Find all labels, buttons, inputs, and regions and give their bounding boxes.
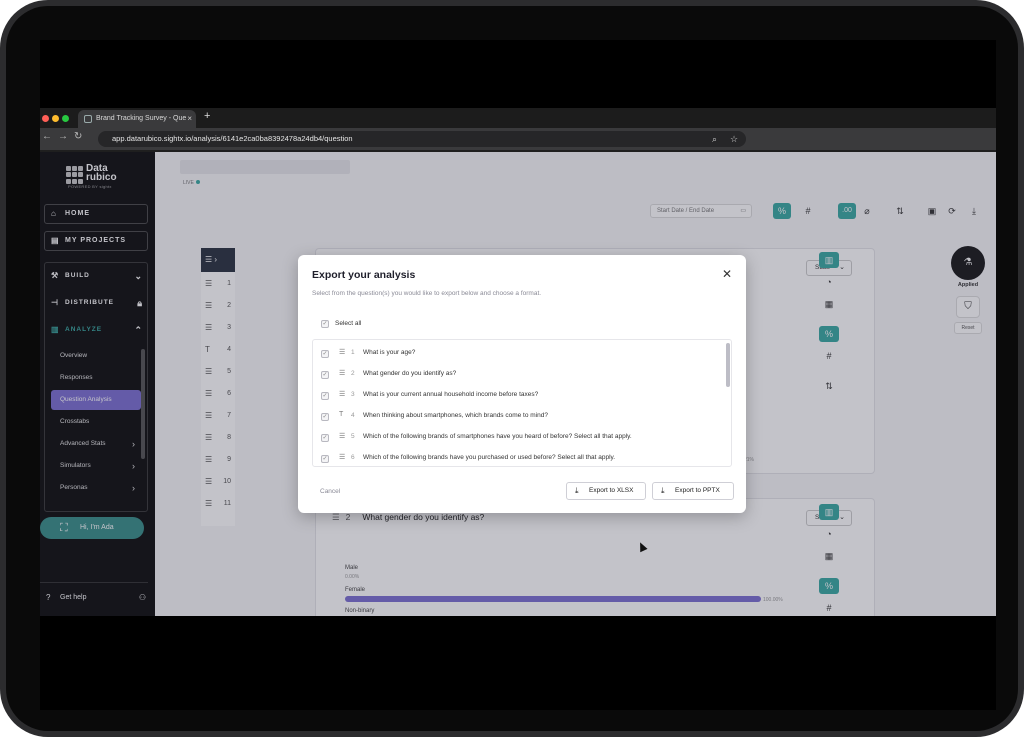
tab-favicon-icon bbox=[84, 115, 92, 123]
address-bar[interactable]: app.datarubico.sightx.io/analysis/6141e2… bbox=[98, 131, 746, 147]
checkbox-icon[interactable]: ✓ bbox=[321, 350, 329, 358]
question-option[interactable]: ✓ ☰ 2 What gender do you identify as? bbox=[313, 364, 727, 385]
tab-title: Brand Tracking Survey - Que bbox=[96, 115, 187, 122]
back-icon[interactable]: ← bbox=[42, 131, 52, 142]
list-icon: ☰ bbox=[339, 391, 346, 398]
download-icon: ⤓ bbox=[575, 486, 579, 495]
question-option[interactable]: ✓ T 4 When thinking about smartphones, w… bbox=[313, 406, 727, 427]
checkbox-icon[interactable]: ✓ bbox=[321, 320, 329, 328]
text-icon: T bbox=[339, 411, 344, 418]
browser-tab[interactable]: Brand Tracking Survey - Que × bbox=[78, 110, 196, 128]
url-text: app.datarubico.sightx.io/analysis/6141e2… bbox=[112, 134, 353, 143]
bookmark-star-icon[interactable]: ☆ bbox=[730, 131, 738, 147]
close-icon[interactable]: ✕ bbox=[722, 267, 732, 281]
select-all-checkbox[interactable]: ✓ Select all bbox=[321, 319, 441, 331]
checkbox-icon[interactable]: ✓ bbox=[321, 413, 329, 421]
browser-tab-bar: Brand Tracking Survey - Que × + bbox=[40, 108, 996, 128]
export-pptx-button[interactable]: ⤓ Export to PPTX bbox=[652, 482, 734, 500]
modal-scrollbar[interactable] bbox=[726, 343, 730, 387]
checkbox-icon[interactable]: ✓ bbox=[321, 392, 329, 400]
close-window-dot[interactable] bbox=[42, 115, 49, 122]
browser-toolbar: ← → ↻ app.datarubico.sightx.io/analysis/… bbox=[40, 128, 996, 150]
new-tab-icon[interactable]: + bbox=[204, 110, 210, 122]
export-xlsx-button[interactable]: ⤓ Export to XLSX bbox=[566, 482, 646, 500]
tablet-frame: Brand Tracking Survey - Que × + ← → ↻ ap… bbox=[0, 0, 1024, 737]
list-icon: ☰ bbox=[339, 370, 346, 377]
cancel-button[interactable]: Cancel bbox=[320, 488, 340, 495]
list-icon: ☰ bbox=[339, 433, 346, 440]
forward-icon[interactable]: → bbox=[58, 131, 68, 142]
checkbox-icon[interactable]: ✓ bbox=[321, 455, 329, 463]
list-icon: ☰ bbox=[339, 349, 346, 356]
browser-window: Brand Tracking Survey - Que × + ← → ↻ ap… bbox=[40, 108, 996, 616]
question-option[interactable]: ✓ ☰ 5 Which of the following brands of s… bbox=[313, 427, 727, 448]
screen: Brand Tracking Survey - Que × + ← → ↻ ap… bbox=[40, 40, 996, 710]
question-select-list: ✓ ☰ 1 What is your age? ✓ ☰ 2 What gende… bbox=[312, 339, 732, 467]
page-viewport: Data rubico POWERED BY sightx ⌂ HOME ▤ MY… bbox=[40, 152, 996, 616]
question-option[interactable]: ✓ ☰ 1 What is your age? bbox=[313, 343, 727, 364]
export-modal: Export your analysis ✕ Select from the q… bbox=[298, 255, 746, 513]
checkbox-icon[interactable]: ✓ bbox=[321, 371, 329, 379]
question-option[interactable]: ✓ ☰ 6 Which of the following brands have… bbox=[313, 448, 727, 466]
download-icon: ⤓ bbox=[661, 486, 665, 495]
tablet-bezel: Brand Tracking Survey - Que × + ← → ↻ ap… bbox=[6, 6, 1018, 731]
minimize-window-dot[interactable] bbox=[52, 115, 59, 122]
zoom-icon[interactable]: ⌕ bbox=[712, 131, 717, 147]
maximize-window-dot[interactable] bbox=[62, 115, 69, 122]
select-all-label: Select all bbox=[335, 320, 362, 327]
question-option[interactable]: ✓ ☰ 3 What is your current annual househ… bbox=[313, 385, 727, 406]
tab-close-icon[interactable]: × bbox=[187, 110, 192, 128]
modal-title: Export your analysis bbox=[312, 269, 416, 281]
list-icon: ☰ bbox=[339, 454, 346, 461]
reload-icon[interactable]: ↻ bbox=[74, 131, 82, 142]
checkbox-icon[interactable]: ✓ bbox=[321, 434, 329, 442]
modal-description: Select from the question(s) you would li… bbox=[312, 290, 542, 297]
